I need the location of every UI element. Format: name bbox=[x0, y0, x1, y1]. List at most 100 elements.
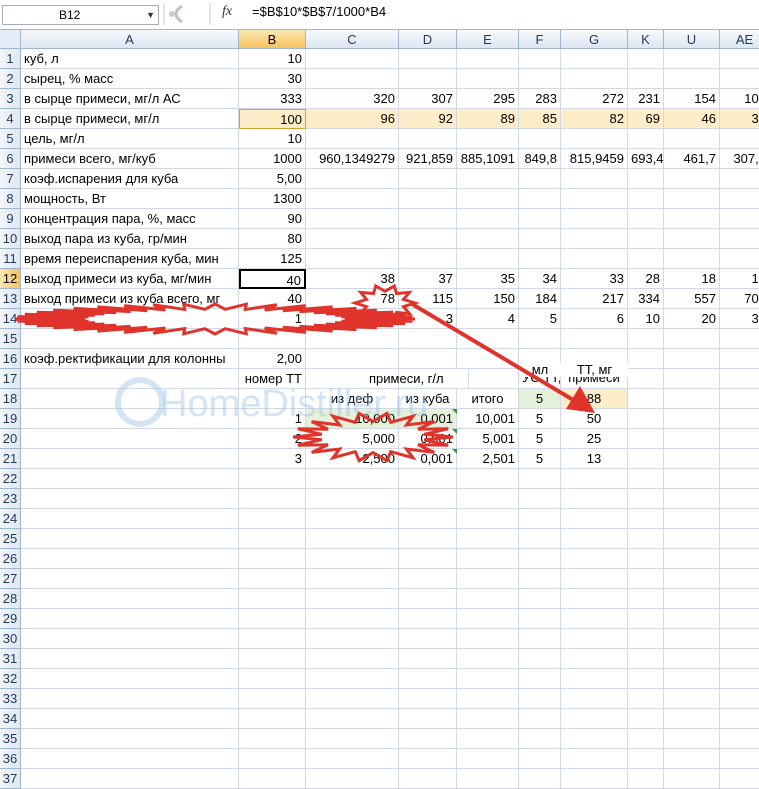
cell-f19[interactable]: 5 bbox=[519, 409, 561, 429]
cell-a34[interactable] bbox=[21, 709, 239, 729]
cell-c5[interactable] bbox=[306, 129, 399, 149]
cell-ae22[interactable] bbox=[720, 469, 759, 489]
cell-ae6[interactable]: 307,4 bbox=[720, 149, 759, 169]
cell-g20[interactable]: 25 bbox=[561, 429, 628, 449]
cell-f29[interactable] bbox=[519, 609, 561, 629]
cell-d28[interactable] bbox=[399, 589, 457, 609]
cell-u1[interactable] bbox=[664, 49, 720, 69]
cell-b12[interactable]: 40 bbox=[239, 269, 306, 289]
cell-d29[interactable] bbox=[399, 609, 457, 629]
cell-a6[interactable]: примеси всего, мг/куб bbox=[21, 149, 239, 169]
cell-a19[interactable] bbox=[21, 409, 239, 429]
cell-f22[interactable] bbox=[519, 469, 561, 489]
cell-a18[interactable] bbox=[21, 389, 239, 409]
cell-c12[interactable]: 38 bbox=[306, 269, 399, 289]
cell-f31[interactable] bbox=[519, 649, 561, 669]
cell-d32[interactable] bbox=[399, 669, 457, 689]
cell-b5[interactable]: 10 bbox=[239, 129, 306, 149]
formula-bar-splitter-icon[interactable] bbox=[162, 3, 212, 25]
cell-f9[interactable] bbox=[519, 209, 561, 229]
cell-c32[interactable] bbox=[306, 669, 399, 689]
cell-a11[interactable]: время переиспарения куба, мин bbox=[21, 249, 239, 269]
cell-g9[interactable] bbox=[561, 209, 628, 229]
cell-k31[interactable] bbox=[628, 649, 664, 669]
cell-k7[interactable] bbox=[628, 169, 664, 189]
cell-e37[interactable] bbox=[457, 769, 519, 789]
cell-u30[interactable] bbox=[664, 629, 720, 649]
cell-ae28[interactable] bbox=[720, 589, 759, 609]
cell-g7[interactable] bbox=[561, 169, 628, 189]
cell-k12[interactable]: 28 bbox=[628, 269, 664, 289]
cell-f18[interactable]: 5 bbox=[519, 389, 561, 409]
cell-k26[interactable] bbox=[628, 549, 664, 569]
cell-u29[interactable] bbox=[664, 609, 720, 629]
cell-c33[interactable] bbox=[306, 689, 399, 709]
cell-g33[interactable] bbox=[561, 689, 628, 709]
column-header-u[interactable]: U bbox=[664, 30, 720, 49]
cell-e34[interactable] bbox=[457, 709, 519, 729]
cell-u19[interactable] bbox=[664, 409, 720, 429]
cell-b19[interactable]: 1 bbox=[239, 409, 306, 429]
cell-e23[interactable] bbox=[457, 489, 519, 509]
cell-a27[interactable] bbox=[21, 569, 239, 589]
cell-g29[interactable] bbox=[561, 609, 628, 629]
cell-c15[interactable] bbox=[306, 329, 399, 349]
cell-u4[interactable]: 46 bbox=[664, 109, 720, 129]
cell-d13[interactable]: 115 bbox=[399, 289, 457, 309]
cell-f6[interactable]: 849,8 bbox=[519, 149, 561, 169]
cell-a22[interactable] bbox=[21, 469, 239, 489]
cell-ae11[interactable] bbox=[720, 249, 759, 269]
cell-k23[interactable] bbox=[628, 489, 664, 509]
cell-ae31[interactable] bbox=[720, 649, 759, 669]
cell-f28[interactable] bbox=[519, 589, 561, 609]
cell-d8[interactable] bbox=[399, 189, 457, 209]
row-header-28[interactable]: 28 bbox=[0, 589, 21, 609]
cell-k17[interactable] bbox=[628, 369, 664, 389]
cell-b14[interactable]: 1 bbox=[239, 309, 306, 329]
row-header-21[interactable]: 21 bbox=[0, 449, 21, 469]
cell-e12[interactable]: 35 bbox=[457, 269, 519, 289]
cell-f27[interactable] bbox=[519, 569, 561, 589]
cell-g15[interactable] bbox=[561, 329, 628, 349]
cell-b7[interactable]: 5,00 bbox=[239, 169, 306, 189]
cell-d27[interactable] bbox=[399, 569, 457, 589]
cell-b31[interactable] bbox=[239, 649, 306, 669]
cell-c7[interactable] bbox=[306, 169, 399, 189]
cell-u7[interactable] bbox=[664, 169, 720, 189]
cell-g34[interactable] bbox=[561, 709, 628, 729]
cell-b35[interactable] bbox=[239, 729, 306, 749]
cell-k2[interactable] bbox=[628, 69, 664, 89]
cell-ae27[interactable] bbox=[720, 569, 759, 589]
cell-b33[interactable] bbox=[239, 689, 306, 709]
row-header-32[interactable]: 32 bbox=[0, 669, 21, 689]
cell-ae21[interactable] bbox=[720, 449, 759, 469]
cell-u17[interactable] bbox=[664, 369, 720, 389]
cell-c37[interactable] bbox=[306, 769, 399, 789]
cell-d37[interactable] bbox=[399, 769, 457, 789]
cell-c30[interactable] bbox=[306, 629, 399, 649]
row-header-35[interactable]: 35 bbox=[0, 729, 21, 749]
row-header-29[interactable]: 29 bbox=[0, 609, 21, 629]
cell-g5[interactable] bbox=[561, 129, 628, 149]
row-header-4[interactable]: 4 bbox=[0, 109, 21, 129]
cell-k13[interactable]: 334 bbox=[628, 289, 664, 309]
row-header-31[interactable]: 31 bbox=[0, 649, 21, 669]
row-header-11[interactable]: 11 bbox=[0, 249, 21, 269]
cell-f15[interactable] bbox=[519, 329, 561, 349]
cell-k15[interactable] bbox=[628, 329, 664, 349]
row-header-10[interactable]: 10 bbox=[0, 229, 21, 249]
cell-ae25[interactable] bbox=[720, 529, 759, 549]
cell-ae7[interactable] bbox=[720, 169, 759, 189]
cell-d26[interactable] bbox=[399, 549, 457, 569]
cell-b26[interactable] bbox=[239, 549, 306, 569]
cell-b11[interactable]: 125 bbox=[239, 249, 306, 269]
cell-e6[interactable]: 885,1091 bbox=[457, 149, 519, 169]
cell-g30[interactable] bbox=[561, 629, 628, 649]
cell-u13[interactable]: 557 bbox=[664, 289, 720, 309]
cell-b22[interactable] bbox=[239, 469, 306, 489]
cell-e36[interactable] bbox=[457, 749, 519, 769]
cell-c23[interactable] bbox=[306, 489, 399, 509]
cell-u20[interactable] bbox=[664, 429, 720, 449]
cell-a12[interactable]: выход примеси из куба, мг/мин bbox=[21, 269, 239, 289]
cell-a28[interactable] bbox=[21, 589, 239, 609]
